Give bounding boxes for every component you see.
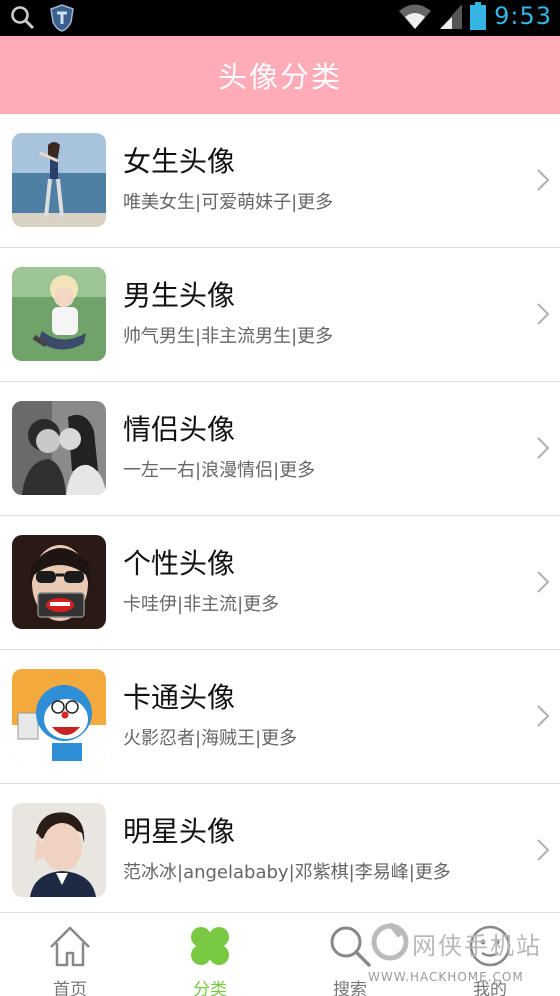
tab-label: 分类 [193,980,227,996]
category-row-stars[interactable]: 明星头像 范冰冰|angelababy|邓紫棋|李易峰|更多 [0,784,560,918]
search-icon [11,6,35,30]
boy-photo-thumbnail [12,267,106,361]
cartoon-image-thumbnail [12,669,106,763]
category-subtitle: 一左一右|浪漫情侣|更多 [123,460,316,481]
shield-icon [50,4,74,32]
sunglasses-photo-thumbnail [12,535,106,629]
search-icon [330,926,371,967]
watermark-text: 网侠手机站 [412,932,542,960]
chevron-right-icon [537,303,550,325]
category-title: 明星头像 [123,815,236,848]
clover-icon [191,927,229,965]
chevron-right-icon [537,839,550,861]
chevron-right-icon [537,169,550,191]
category-title: 个性头像 [123,547,236,580]
tab-categories[interactable]: 分类 [140,913,280,996]
tab-label: 首页 [53,980,87,996]
page-title: 头像分类 [217,60,342,94]
category-subtitle: 帅气男生|非主流男生|更多 [123,326,334,347]
category-row-boys[interactable]: 男生头像 帅气男生|非主流男生|更多 [0,248,560,382]
category-title: 情侣头像 [123,413,236,446]
chevron-right-icon [537,437,550,459]
category-title: 男生头像 [123,279,236,312]
star-photo-thumbnail [12,803,106,897]
category-row-girls[interactable]: 女生头像 唯美女生|可爱萌妹子|更多 [0,114,560,248]
couple-photo-thumbnail [12,401,106,495]
watermark-url: WWW.HACKHOME.COM [368,970,524,984]
category-row-cartoon[interactable]: 卡通头像 火影忍者|海贼王|更多 [0,650,560,784]
clock: 9:53 [494,2,552,30]
watermark-logo-icon [371,922,409,961]
category-subtitle: 唯美女生|可爱萌妹子|更多 [123,192,334,213]
app-header: 头像分类 [0,36,560,114]
category-row-couples[interactable]: 情侣头像 一左一右|浪漫情侣|更多 [0,382,560,516]
chevron-right-icon [537,705,550,727]
tab-home[interactable]: 首页 [0,913,140,996]
category-title: 女生头像 [123,145,236,178]
category-title: 卡通头像 [123,681,236,714]
category-subtitle: 卡哇伊|非主流|更多 [123,594,280,615]
girl-photo-thumbnail [12,133,106,227]
wifi-icon [399,4,432,29]
battery-icon [470,2,487,30]
home-icon [50,926,90,967]
category-subtitle: 范冰冰|angelababy|邓紫棋|李易峰|更多 [123,862,451,883]
status-bar: 9:53 [0,0,560,36]
watermark: 网侠手机站 WWW.HACKHOME.COM [368,920,558,990]
chevron-right-icon [537,571,550,593]
signal-icon [440,4,463,29]
category-list: 女生头像 唯美女生|可爱萌妹子|更多 男生头像 帅气男生|非主流男生|更多 情侣… [0,114,560,918]
category-subtitle: 火影忍者|海贼王|更多 [123,728,298,749]
category-row-personality[interactable]: 个性头像 卡哇伊|非主流|更多 [0,516,560,650]
